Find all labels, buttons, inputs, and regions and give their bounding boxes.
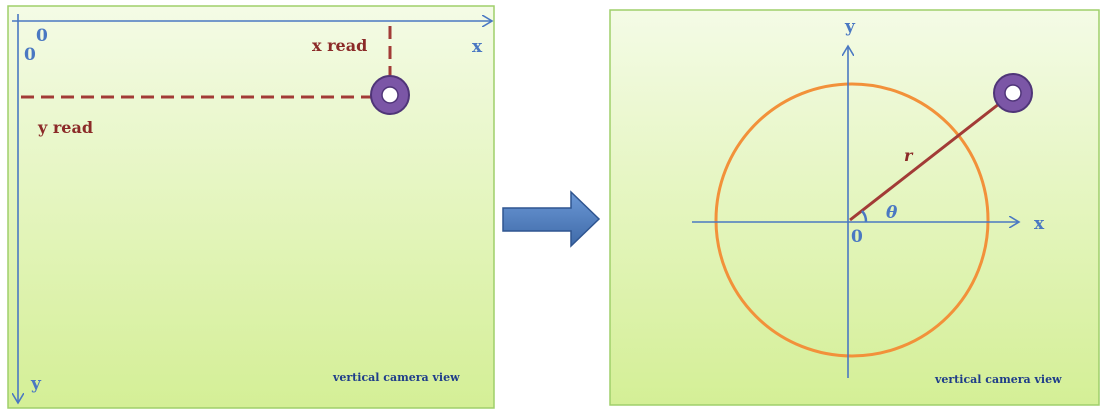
angle-label: θ: [886, 203, 898, 223]
right-panel-background: [609, 9, 1100, 406]
y-read-label: y read: [37, 118, 93, 137]
left-x-axis-label: x: [472, 37, 483, 57]
right-y-axis-label: y: [844, 17, 856, 37]
left-caption: vertical camera view: [332, 371, 460, 384]
left-panel-background: [7, 5, 495, 409]
right-panel: y x 0 r θ vertical camera view: [609, 9, 1100, 406]
target-marker-icon: [993, 73, 1033, 113]
right-x-axis-label: x: [1034, 214, 1045, 234]
target-marker-icon: [370, 75, 410, 115]
transform-arrow-icon: [502, 190, 601, 248]
x-read-label: x read: [312, 36, 367, 55]
left-y-axis-label: y: [30, 374, 42, 394]
right-caption: vertical camera view: [934, 373, 1062, 386]
left-origin-label-inner: 0: [36, 26, 48, 46]
right-origin-label: 0: [851, 227, 863, 247]
left-origin-label-outer: 0: [24, 45, 36, 65]
diagram-canvas: 0 0 x y x read y read vertical camera vi…: [7, 5, 1100, 409]
left-panel: 0 0 x y x read y read vertical camera vi…: [7, 5, 495, 409]
